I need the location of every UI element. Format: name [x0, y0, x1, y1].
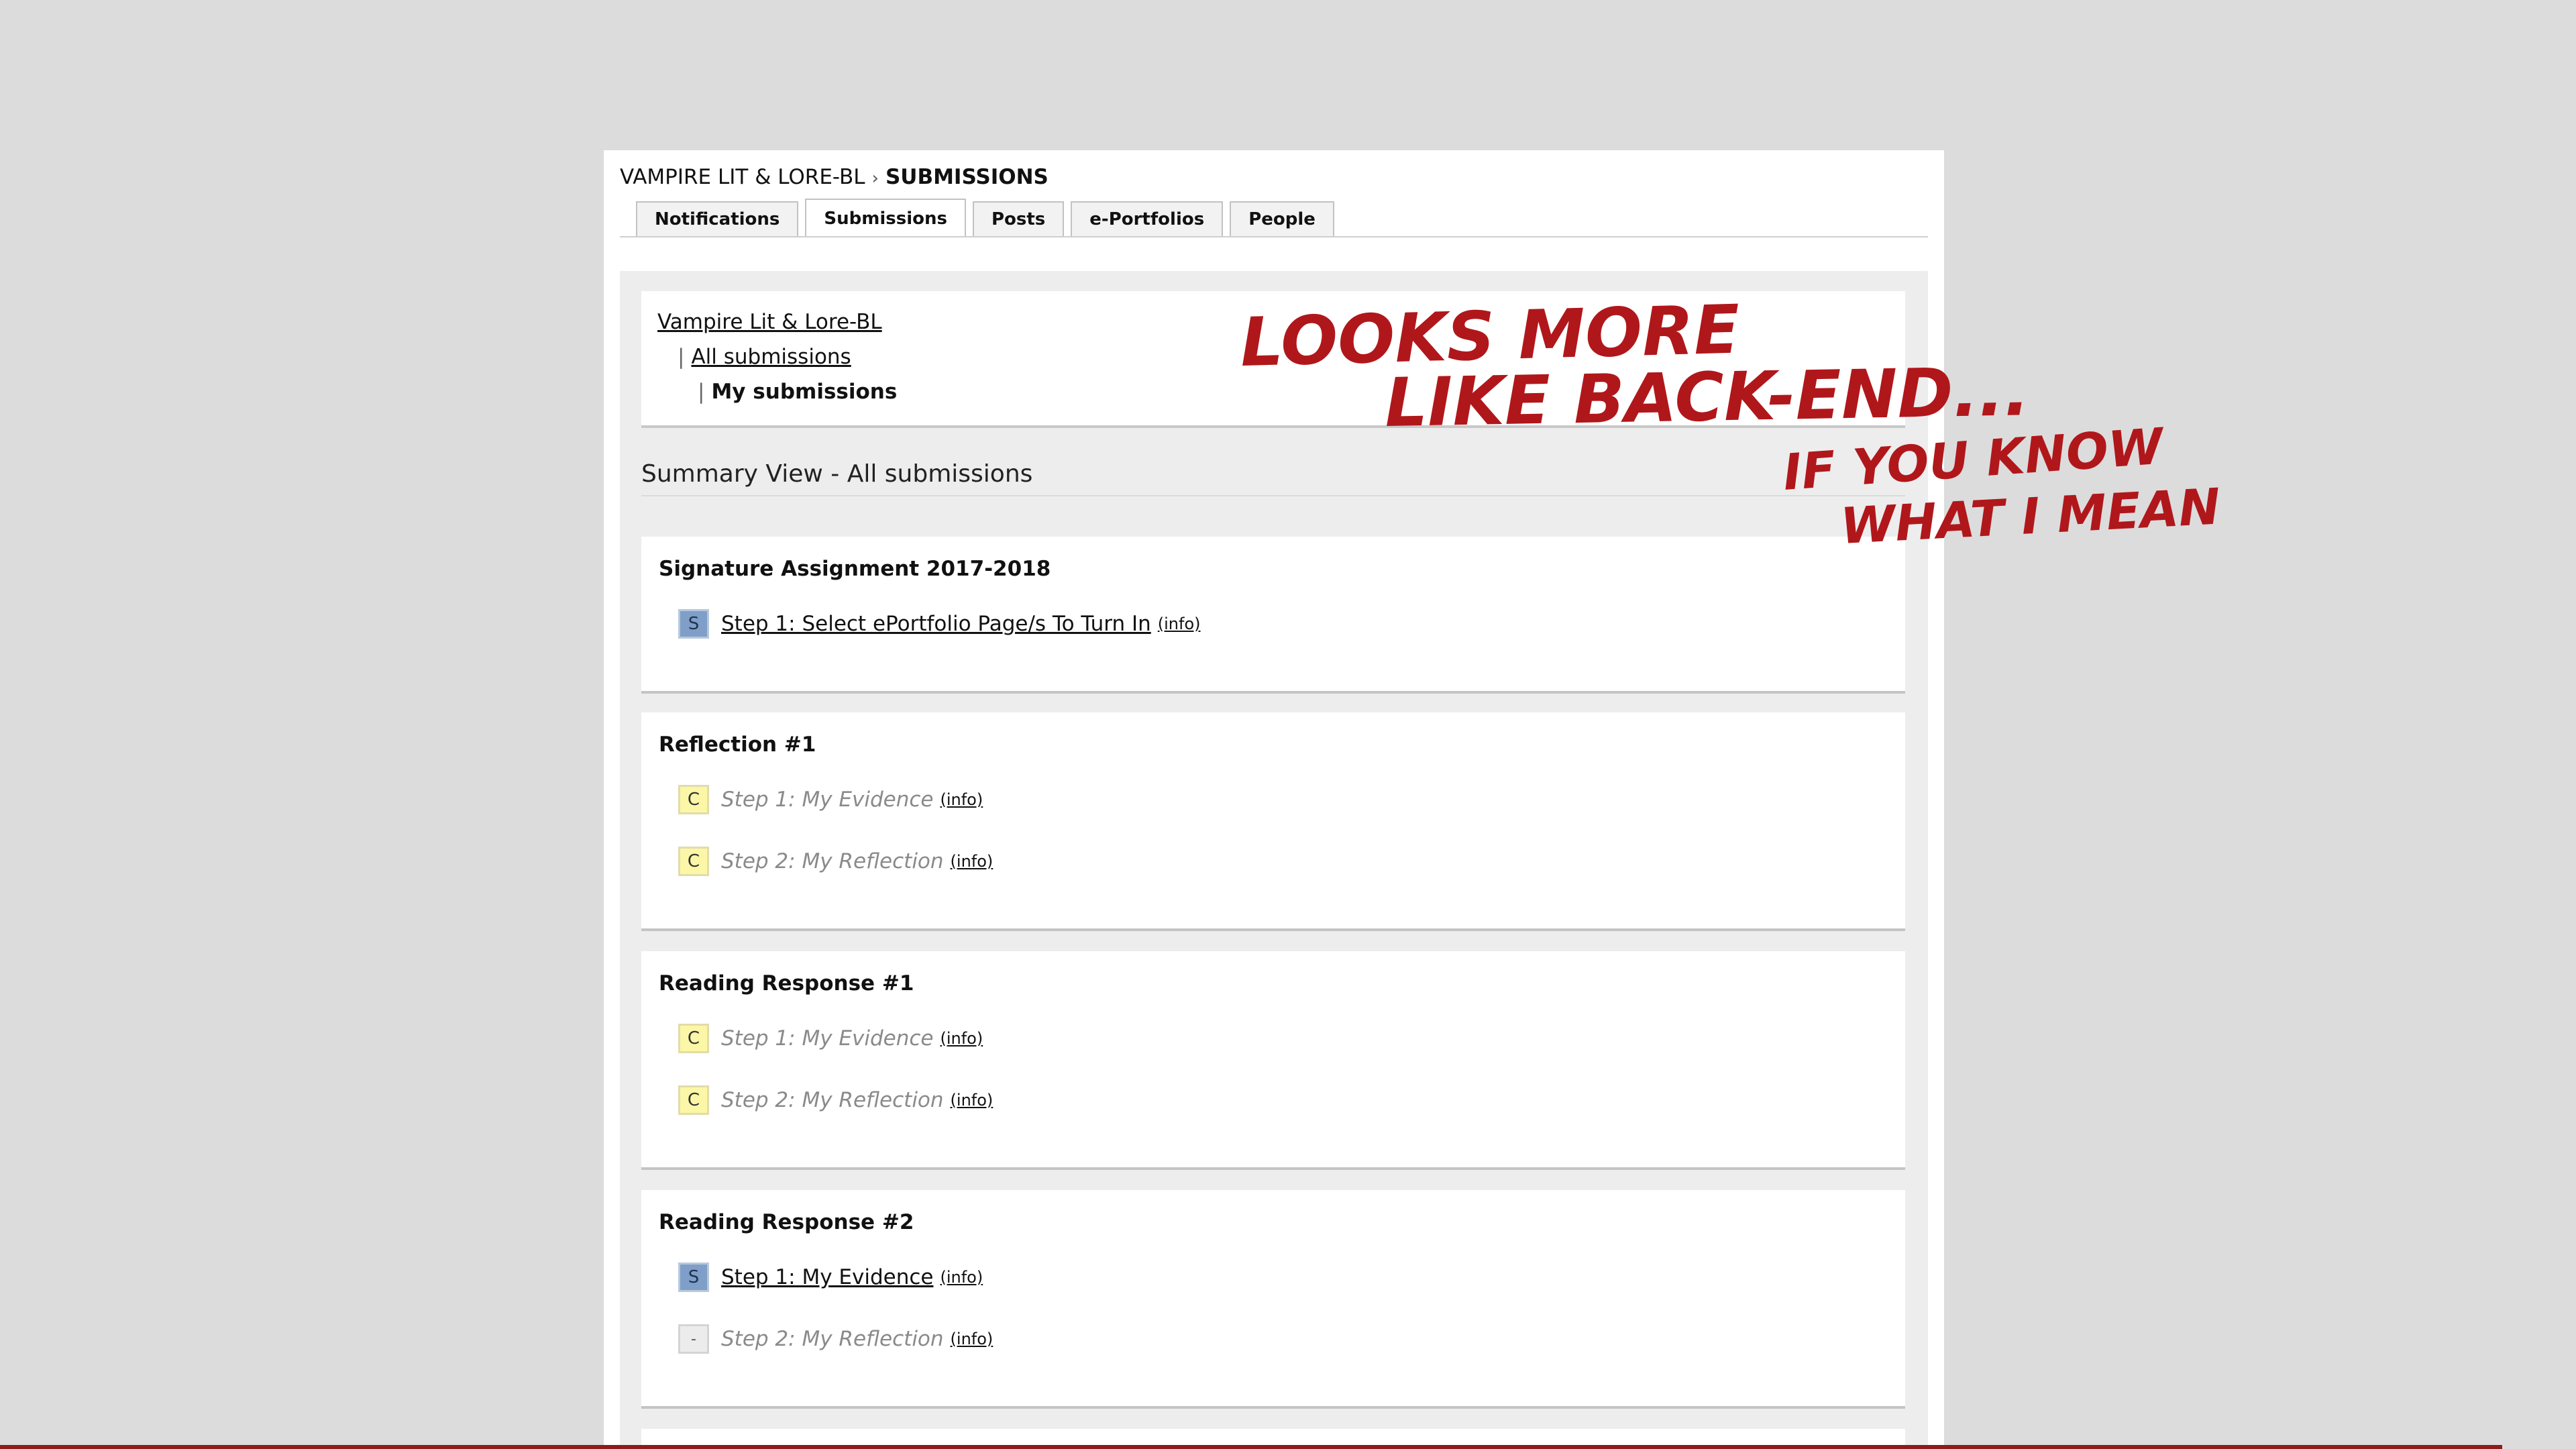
step-label: Step 1: My Evidence — [721, 788, 934, 812]
tab-divider — [620, 236, 1928, 237]
status-badge: C — [678, 1085, 709, 1115]
step-row: C Step 2: My Reflection (info) — [678, 847, 993, 876]
status-badge: C — [678, 847, 709, 876]
step-link[interactable]: Step 1: My Evidence — [721, 1265, 933, 1289]
assignment-section: Reading Response #1 C Step 1: My Evidenc… — [641, 951, 1905, 1170]
nav-tree-bar: | — [678, 345, 685, 369]
info-link[interactable]: (info) — [940, 1029, 983, 1048]
step-label: Step 2: My Reflection — [721, 1327, 944, 1351]
nav-row-mine: | My submissions — [698, 380, 897, 404]
tab-e-portfolios[interactable]: e-Portfolios — [1071, 201, 1224, 236]
tab-posts[interactable]: Posts — [972, 201, 1065, 236]
content-area: Vampire Lit & Lore-BL | All submissions |… — [620, 271, 1928, 1449]
summary-divider — [641, 495, 1905, 496]
info-link[interactable]: (info) — [940, 1268, 983, 1287]
info-link[interactable]: (info) — [1158, 614, 1201, 633]
nav-row-all: | All submissions — [678, 345, 851, 369]
info-link[interactable]: (info) — [951, 1330, 994, 1348]
section-title: Reading Response #1 — [659, 971, 914, 996]
summary-title: Summary View - All submissions — [641, 460, 1033, 488]
status-badge: - — [678, 1324, 709, 1354]
status-badge: S — [678, 1263, 709, 1292]
step-label: Step 1: My Evidence — [721, 1026, 934, 1051]
nav-tree-bar: | — [698, 380, 705, 404]
breadcrumb-separator: › — [871, 168, 879, 189]
info-link[interactable]: (info) — [951, 852, 994, 871]
assignment-section: Reading Response #2 S Step 1: My Evidenc… — [641, 1190, 1905, 1409]
step-label: Step 2: My Reflection — [721, 849, 944, 873]
nav-my-submissions: My submissions — [711, 380, 898, 404]
section-title: Reading Response #2 — [659, 1210, 914, 1234]
status-badge: C — [678, 1024, 709, 1053]
step-row: S Step 1: My Evidence (info) — [678, 1263, 983, 1292]
status-badge: S — [678, 609, 709, 639]
step-row: C Step 1: My Evidence (info) — [678, 1024, 983, 1053]
section-title: Reflection #1 — [659, 733, 816, 757]
step-label: Step 2: My Reflection — [721, 1088, 944, 1112]
breadcrumb-course[interactable]: VAMPIRE LIT & LORE-BL — [620, 165, 865, 189]
main-panel: VAMPIRE LIT & LORE-BL › SUBMISSIONS Notifi… — [604, 150, 1944, 1449]
assignment-section: Signature Assignment 2017-2018 S Step 1:… — [641, 537, 1905, 694]
submission-nav: Vampire Lit & Lore-BL | All submissions |… — [641, 291, 1905, 428]
tab-people[interactable]: People — [1230, 201, 1334, 236]
status-badge: C — [678, 785, 709, 814]
step-row: C Step 2: My Reflection (info) — [678, 1085, 993, 1115]
step-link[interactable]: Step 1: Select ePortfolio Page/s To Turn… — [721, 612, 1151, 636]
step-row: C Step 1: My Evidence (info) — [678, 785, 983, 814]
info-link[interactable]: (info) — [940, 790, 983, 809]
tab-submissions[interactable]: Submissions — [805, 199, 966, 237]
nav-all-submissions-link[interactable]: All submissions — [691, 345, 851, 369]
step-row: - Step 2: My Reflection (info) — [678, 1324, 993, 1354]
nav-course-link[interactable]: Vampire Lit & Lore-BL — [657, 310, 882, 334]
screen: VAMPIRE LIT & LORE-BL › SUBMISSIONS Notifi… — [0, 0, 2576, 1449]
bottom-progress-strip — [0, 1445, 2502, 1449]
info-link[interactable]: (info) — [951, 1091, 994, 1110]
tab-notifications[interactable]: Notifications — [636, 201, 799, 236]
nav-row-course: Vampire Lit & Lore-BL — [657, 310, 882, 334]
tab-bar: Notifications Submissions Posts e-Portfo… — [636, 199, 1334, 237]
breadcrumb: VAMPIRE LIT & LORE-BL › SUBMISSIONS — [620, 165, 1049, 189]
assignment-section: Reflection #1 C Step 1: My Evidence (inf… — [641, 712, 1905, 931]
breadcrumb-current: SUBMISSIONS — [885, 165, 1049, 189]
section-title: Signature Assignment 2017-2018 — [659, 557, 1051, 581]
step-row: S Step 1: Select ePortfolio Page/s To Tu… — [678, 609, 1201, 639]
